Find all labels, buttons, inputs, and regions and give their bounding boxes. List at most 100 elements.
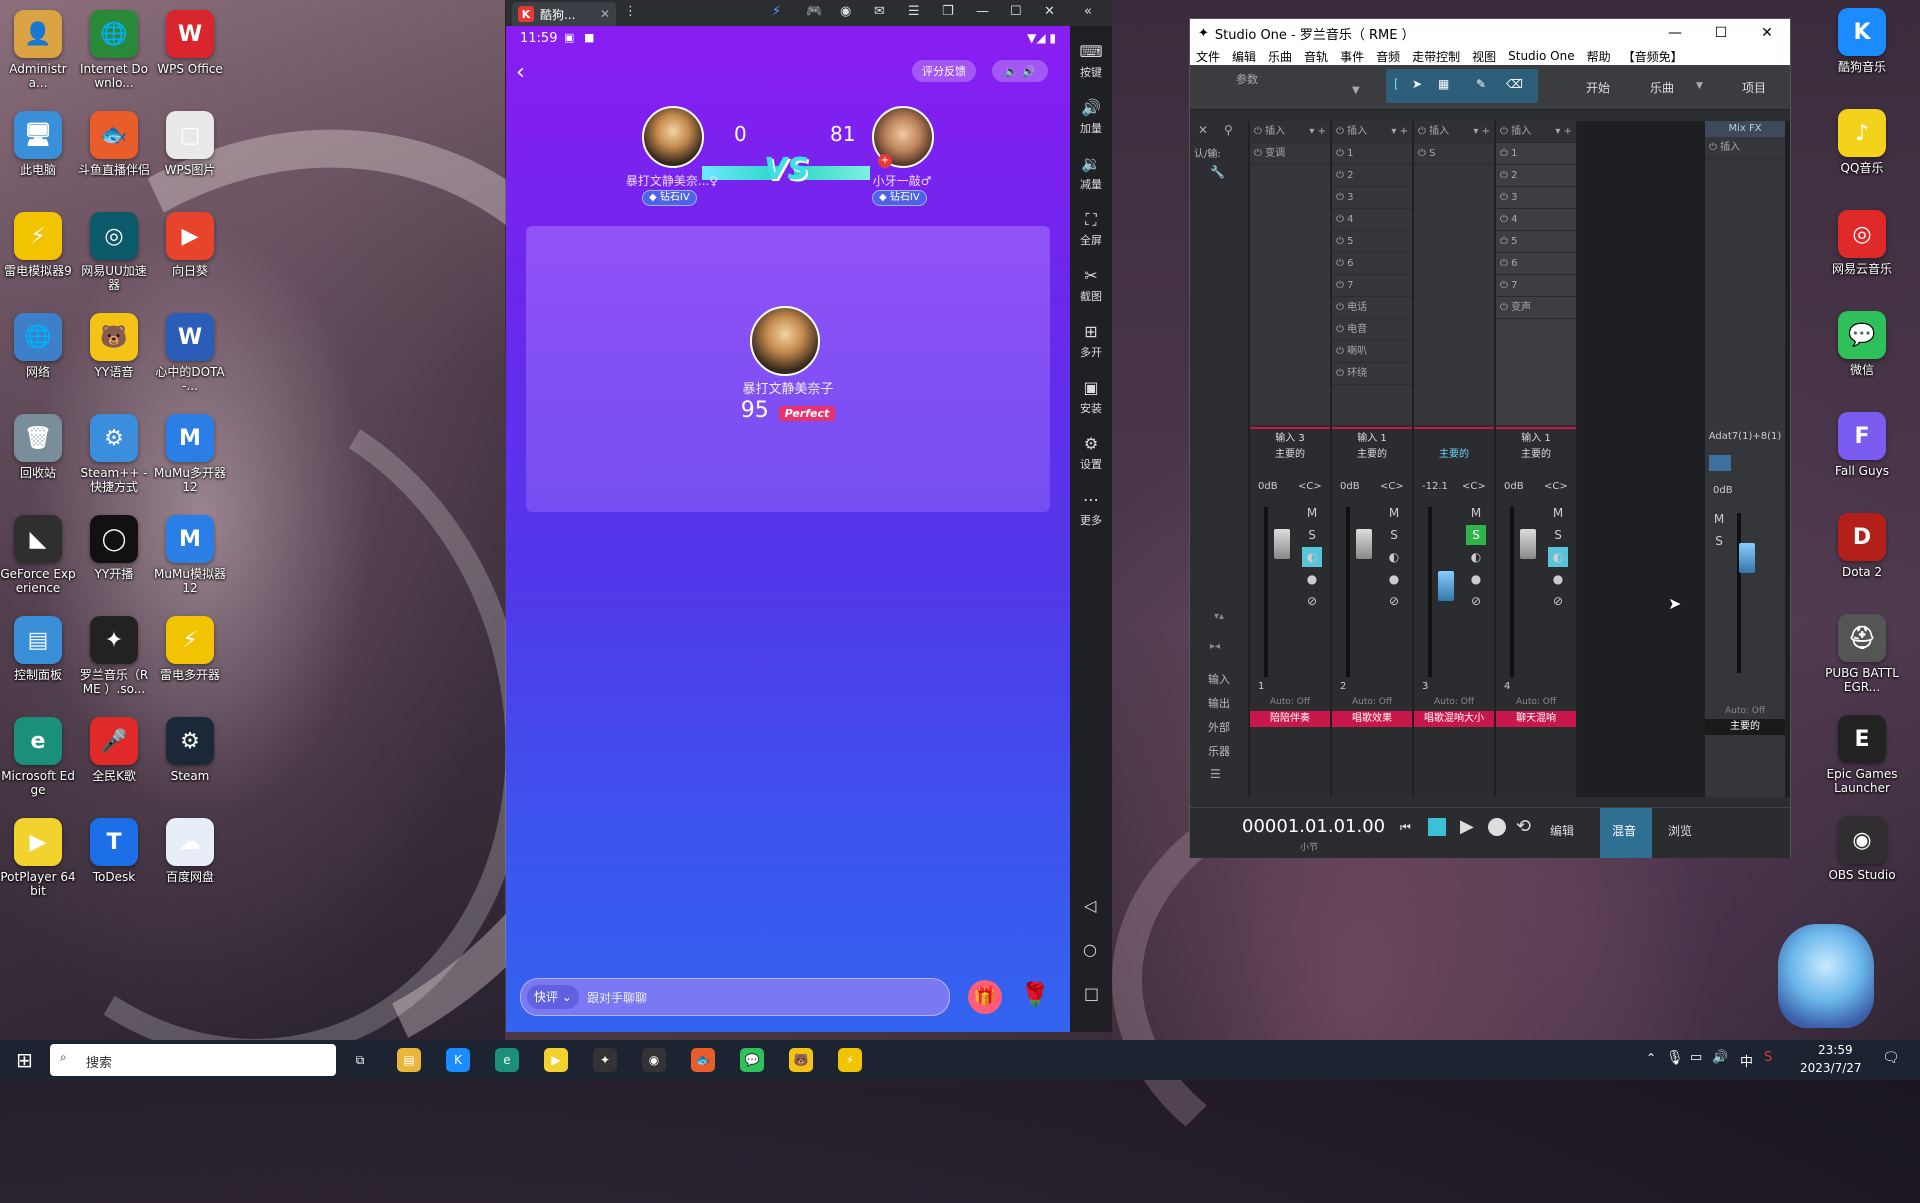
browse-view-button[interactable]: 浏览 — [1668, 822, 1692, 839]
record-icon[interactable] — [1488, 818, 1506, 836]
pin-icon[interactable]: ⚲ — [1224, 123, 1233, 137]
menu-item[interactable]: 音轨 — [1304, 48, 1328, 65]
rose-icon[interactable]: 🌹 — [1018, 978, 1052, 1012]
automation-label[interactable]: Auto: Off — [1496, 697, 1576, 707]
sidebar-button-more[interactable]: ⋯ 更多 — [1070, 490, 1112, 528]
pan-control[interactable]: <C> — [1544, 481, 1568, 492]
desktop-icon[interactable]: 🖥 此电脑 — [0, 111, 76, 177]
wechat-taskbar-icon[interactable]: 💬 — [740, 1048, 764, 1072]
sogou-ime-icon[interactable]: S — [1764, 1050, 1772, 1065]
insert-slot[interactable]: ⏻ 3 — [1332, 187, 1412, 209]
desktop-icon[interactable]: ⛑ PUBG BATTLEGR... — [1824, 614, 1900, 694]
follow-plus-icon[interactable]: + — [878, 154, 892, 168]
hamburger-icon[interactable]: ☰ — [1210, 767, 1221, 781]
desktop-icon[interactable]: 💬 微信 — [1824, 311, 1900, 377]
emulator-tab[interactable]: K 酷狗... ✕ — [512, 2, 616, 26]
menu-item[interactable]: 文件 — [1196, 48, 1220, 65]
menu-item[interactable]: 走带控制 — [1412, 48, 1460, 65]
task-view-icon[interactable]: ⧉ — [348, 1048, 372, 1072]
insert-slot[interactable]: ⏻ 变调 — [1250, 143, 1330, 165]
menu-item[interactable]: 音频 — [1376, 48, 1400, 65]
desktop-icon[interactable]: ⚡ 雷电模拟器9 — [0, 212, 76, 278]
song-button[interactable]: 乐曲 — [1650, 79, 1674, 96]
add-insert-icon[interactable]: ▾ + — [1391, 121, 1408, 142]
channel-fader[interactable] — [1274, 529, 1290, 559]
input-selector[interactable] — [1414, 427, 1494, 429]
tray-overflow-icon[interactable]: ⌃ — [1646, 1051, 1656, 1065]
desktop-icon[interactable]: ◣ GeForce Experience — [0, 515, 76, 595]
insert-slot[interactable]: ⏻ 7 — [1496, 275, 1576, 297]
main-fader[interactable] — [1739, 543, 1755, 573]
desktop-icon[interactable]: e Microsoft Edge — [0, 717, 76, 797]
record-arm-icon[interactable]: ● — [1548, 569, 1568, 589]
desktop-icon[interactable]: D Dota 2 — [1824, 513, 1900, 579]
solo-button[interactable]: S — [1302, 525, 1322, 545]
input-selector[interactable]: 输入 3 — [1250, 427, 1330, 444]
bracket-icon[interactable]: [ — [1394, 77, 1399, 91]
insert-slot[interactable]: ⏻ 6 — [1332, 253, 1412, 275]
channel-fader[interactable] — [1356, 529, 1372, 559]
monitor-toggle-icon[interactable]: ◐ — [1548, 547, 1568, 567]
mute-button[interactable]: M — [1466, 503, 1486, 523]
volume-readout[interactable]: 0dB — [1258, 481, 1278, 492]
rewind-icon[interactable]: ⏮ — [1400, 820, 1411, 835]
sidebar-button-settings[interactable]: ⚙ 设置 — [1070, 434, 1112, 472]
output-selector[interactable]: 主要的 — [1332, 445, 1412, 460]
output-selector[interactable]: 主要的 — [1414, 445, 1494, 460]
back-arrow-icon[interactable]: ‹ — [516, 60, 525, 85]
monitor-toggle-icon[interactable]: ◐ — [1466, 547, 1486, 567]
solo-button[interactable]: S — [1384, 525, 1404, 545]
volume-readout[interactable]: -12.1 — [1422, 481, 1448, 492]
file-explorer-icon[interactable]: ▤ — [397, 1048, 421, 1072]
feedback-button[interactable]: 评分反馈 — [912, 60, 976, 82]
mute-button[interactable]: M — [1709, 509, 1729, 529]
monitor-icon[interactable] — [1709, 455, 1731, 471]
insert-slot[interactable]: ⏻ 环绕 — [1332, 363, 1412, 385]
sidebar-button-multi-open[interactable]: ⊞ 多开 — [1070, 322, 1112, 360]
desktop-icon[interactable]: ⚙ Steam++ - 快捷方式 — [76, 414, 152, 494]
record-arm-icon[interactable]: ● — [1384, 569, 1404, 589]
desktop-icon[interactable]: ♪ QQ音乐 — [1824, 109, 1900, 175]
automation-icon[interactable]: ⊘ — [1548, 591, 1568, 611]
account-icon[interactable]: ◉ — [840, 4, 851, 19]
menu-item[interactable]: 视图 — [1472, 48, 1496, 65]
mixer-panel-toggle[interactable]: 乐器 — [1208, 743, 1230, 759]
more-vertical-icon[interactable]: ⋮ — [624, 4, 637, 19]
automation-icon[interactable]: ⊘ — [1302, 591, 1322, 611]
insert-slot[interactable]: ⏻ 5 — [1496, 231, 1576, 253]
close-tab-icon[interactable]: ✕ — [600, 7, 610, 21]
desktop-icon[interactable]: F Fall Guys — [1824, 412, 1900, 478]
desktop-icon[interactable]: ▶ PotPlayer 64 bit — [0, 818, 76, 898]
insert-header[interactable]: ⏻ 插入 ▾ + — [1496, 121, 1576, 143]
notification-center-icon[interactable]: 🗨 — [1882, 1050, 1900, 1066]
desktop-icon[interactable]: 🌐 Internet Downlo... — [76, 10, 152, 90]
clock-date[interactable]: 2023/7/27 — [1800, 1061, 1862, 1075]
gamepad-icon[interactable]: 🎮 — [806, 4, 822, 19]
expand-icon[interactable]: ▸◂ — [1210, 641, 1220, 652]
channel-fader[interactable] — [1438, 571, 1454, 601]
stop-icon[interactable] — [1428, 818, 1446, 836]
desktop-icon[interactable]: ◎ 网易UU加速器 — [76, 212, 152, 292]
pan-control[interactable]: <C> — [1298, 481, 1322, 492]
chevron-down-icon[interactable]: ▼ — [1696, 81, 1703, 91]
mixer-panel-toggle[interactable]: 输入 — [1208, 671, 1230, 687]
solo-button[interactable]: S — [1548, 525, 1568, 545]
desktop-icon[interactable]: M MuMu多开器12 — [152, 414, 228, 494]
volume-readout[interactable]: 0dB — [1504, 481, 1524, 492]
monitor-toggle-icon[interactable]: ◐ — [1302, 547, 1322, 567]
volume-icon[interactable]: 🔊 — [1712, 1050, 1728, 1065]
avatar[interactable] — [750, 306, 820, 376]
insert-slot[interactable]: ⏻ 喇叭 — [1332, 341, 1412, 363]
arrange-icon[interactable]: ▾▴ — [1214, 611, 1224, 622]
search-input[interactable]: ⌕ 搜索 — [50, 1044, 336, 1076]
nav-back-icon[interactable]: ◁ — [1084, 896, 1096, 915]
mixer-panel-toggle[interactable]: 外部 — [1208, 719, 1230, 735]
desktop-icon[interactable]: 🎤 全民K歌 — [76, 717, 152, 783]
sidebar-button-volume-up[interactable]: 🔊 加量 — [1070, 98, 1112, 136]
mute-button[interactable]: M — [1384, 503, 1404, 523]
desktop-icon[interactable]: T ToDesk — [76, 818, 152, 884]
wrench-icon[interactable]: 🔧 — [1210, 165, 1225, 179]
start-button[interactable]: 开始 — [1586, 79, 1610, 96]
insert-slot[interactable]: ⏻ 电音 — [1332, 319, 1412, 341]
output-selector[interactable]: 主要的 — [1496, 445, 1576, 460]
